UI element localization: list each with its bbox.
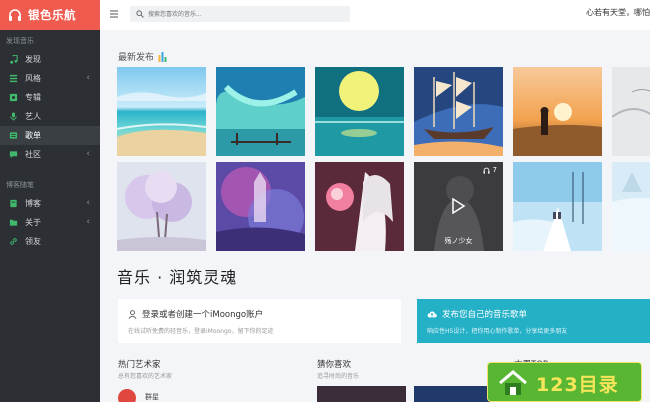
album-cover	[612, 162, 650, 251]
chat-icon	[8, 150, 18, 160]
album-card[interactable]	[612, 162, 650, 251]
avatar[interactable]	[118, 389, 136, 402]
album-card[interactable]	[612, 67, 650, 156]
sidebar-item-album[interactable]: 专辑	[0, 88, 100, 107]
publish-panel-title: 发布您自己的音乐歌单	[442, 310, 528, 320]
album-card[interactable]	[117, 67, 206, 156]
album-cover	[414, 67, 503, 156]
sidebar-item-friends[interactable]: 领友	[0, 232, 100, 251]
sidebar-item-community[interactable]: 社区 ‹	[0, 145, 100, 164]
guess-thumb[interactable]	[317, 386, 406, 402]
music-note-icon	[8, 55, 18, 65]
sidebar-item-about[interactable]: 关于 ‹	[0, 213, 100, 232]
album-cover	[216, 162, 305, 251]
hero-title: 音乐 · 润筑灵魂	[117, 268, 238, 287]
sidebar-item-label: 领友	[25, 237, 41, 246]
artist-name[interactable]: 群星	[145, 392, 159, 402]
video-caption: 殇ノ少女	[444, 237, 473, 245]
headphones-icon	[483, 167, 489, 174]
sidebar-item-label: 专辑	[25, 93, 41, 102]
play-icon[interactable]	[450, 198, 466, 214]
brand-header[interactable]: 银色乐航	[0, 0, 100, 30]
sidebar: 发现音乐 发现 风格 ‹ 专辑 艺人 歌单 社区 ‹ 博客随笔 博客 ‹ 关于 …	[0, 30, 100, 402]
sidebar-item-artist[interactable]: 艺人	[0, 107, 100, 126]
chevron-left-icon: ‹	[86, 217, 90, 227]
user-status-text[interactable]: 心若有天堂，哪怕	[586, 7, 650, 18]
sidebar-item-label: 社区	[25, 150, 41, 159]
playlist-icon	[8, 131, 18, 141]
album-card[interactable]	[315, 162, 404, 251]
album-card[interactable]	[315, 67, 404, 156]
album-cover	[117, 162, 206, 251]
search-input[interactable]	[148, 6, 346, 22]
chevron-left-icon: ‹	[86, 149, 90, 159]
chevron-left-icon: ‹	[86, 73, 90, 83]
login-panel-title: 登录或者创建一个iMoongo账户	[142, 310, 264, 320]
login-panel-title-row: 登录或者创建一个iMoongo账户	[128, 308, 263, 320]
link-icon	[8, 237, 18, 247]
listen-count-badge: 7	[483, 166, 497, 174]
hot-artists-subtitle: 总有您喜欢的艺术家	[118, 373, 173, 380]
album-cover	[513, 162, 602, 251]
sidebar-item-label: 发现	[25, 55, 41, 64]
album-card[interactable]	[117, 162, 206, 251]
top-bar: 心若有天堂，哪怕	[100, 0, 650, 30]
video-card[interactable]: 7 殇ノ少女	[414, 162, 503, 251]
house-icon	[499, 370, 527, 395]
folder-icon	[8, 218, 18, 228]
album-card[interactable]	[216, 162, 305, 251]
list-icon	[8, 74, 18, 84]
album-cover	[315, 67, 404, 156]
sidebar-item-style[interactable]: 风格 ‹	[0, 69, 100, 88]
sidebar-item-label: 博客	[25, 199, 41, 208]
album-cover	[513, 67, 602, 156]
album-card[interactable]	[513, 162, 602, 251]
sidebar-section-blog: 博客随笔	[6, 181, 34, 189]
sidebar-item-label: 风格	[25, 74, 41, 83]
album-cover	[216, 67, 305, 156]
headphones-icon	[9, 9, 21, 21]
equalizer-icon	[158, 51, 167, 62]
latest-releases-title: 最新发布	[118, 53, 155, 63]
publish-panel-title-row: 发布您自己的音乐歌单	[427, 308, 527, 320]
login-panel-subtitle: 在线试听免费的轻音乐，登录iMoongo，留下你的足迹	[128, 328, 274, 335]
watermark-text: 123目录	[536, 374, 619, 396]
album-card[interactable]	[414, 67, 503, 156]
publish-panel-subtitle: 响应性H5设计，把你用心制作歌单，分享给更多朋友	[427, 328, 568, 335]
guess-subtitle: 追寻时尚的音乐	[317, 373, 360, 380]
login-panel[interactable]: 登录或者创建一个iMoongo账户 在线试听免费的轻音乐，登录iMoongo，留…	[118, 299, 401, 343]
album-icon	[8, 93, 18, 103]
main-content: 最新发布 7 殇ノ少女 音乐 · 润筑灵魂 登录或者创建一个iMoongo账户 …	[100, 30, 650, 402]
latest-releases-heading: 最新发布	[118, 50, 168, 63]
watermark-logo: 123目录	[487, 362, 642, 402]
brand-title: 银色乐航	[28, 8, 76, 22]
sidebar-item-label: 关于	[25, 218, 41, 227]
publish-panel[interactable]: 发布您自己的音乐歌单 响应性H5设计，把你用心制作歌单，分享给更多朋友	[417, 299, 650, 343]
search-icon	[136, 10, 144, 18]
sidebar-item-blog[interactable]: 博客 ‹	[0, 194, 100, 213]
guess-title: 猜你喜欢	[317, 360, 352, 370]
album-cover	[612, 67, 650, 156]
cloud-upload-icon	[427, 310, 437, 319]
album-card[interactable]	[216, 67, 305, 156]
album-card[interactable]	[513, 67, 602, 156]
app-root: 银色乐航 发现音乐 发现 风格 ‹ 专辑 艺人 歌单 社区 ‹ 博客随笔 博客 …	[0, 0, 650, 402]
sidebar-item-label: 艺人	[25, 112, 41, 121]
hot-artists-title: 热门艺术家	[118, 360, 161, 370]
book-icon	[8, 199, 18, 209]
user-icon	[128, 309, 137, 319]
album-cover	[315, 162, 404, 251]
microphone-icon	[8, 112, 18, 122]
album-cover	[117, 67, 206, 156]
sidebar-item-playlist[interactable]: 歌单	[0, 126, 100, 145]
chevron-left-icon: ‹	[86, 198, 90, 208]
sidebar-section-discover: 发现音乐	[6, 37, 34, 45]
search-box	[130, 6, 350, 22]
listen-count: 7	[492, 166, 497, 174]
hamburger-icon[interactable]	[110, 10, 118, 18]
sidebar-item-discover[interactable]: 发现	[0, 50, 100, 69]
sidebar-item-label: 歌单	[25, 131, 41, 140]
